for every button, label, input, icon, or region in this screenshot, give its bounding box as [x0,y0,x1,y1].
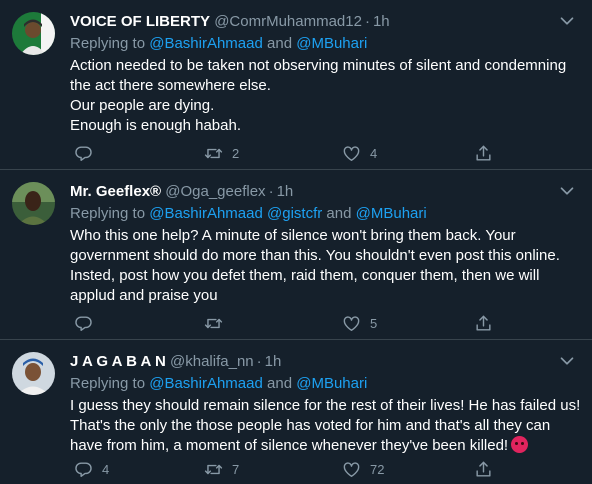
tweet-paragraph: I guess they should remain silence for t… [70,396,582,456]
tweet[interactable]: J A G A B A N @khalifa_nn · 1h Replying to… [0,340,592,484]
display-name[interactable]: J A G A B A N [70,353,166,370]
mention-link[interactable]: @BashirAhmaad [149,375,263,392]
share-button[interactable] [474,142,493,164]
tweet-header: Mr. Geeflex® @Oga_geeflex · 1h [70,182,293,202]
replying-to: Replying to @BashirAhmaad @gistcfr and @… [70,204,427,224]
replying-to: Replying to @BashirAhmaad and @MBuhari [70,34,367,54]
retweet-button[interactable]: 2 [204,142,239,164]
share-button[interactable] [474,458,493,480]
timestamp[interactable]: 1h [277,183,294,200]
angry-face-emoji [511,436,529,453]
user-handle[interactable]: @khalifa_nn [170,353,254,370]
retweet-count: 7 [232,461,240,477]
reply-icon [74,314,93,333]
avatar[interactable] [12,12,55,55]
retweet-icon [204,314,223,333]
tweet-paragraph: Action needed to be taken not observing … [70,57,567,94]
mention-link[interactable]: @gistcfr [267,205,322,222]
mention-link[interactable]: @BashirAhmaad [149,35,263,52]
timestamp[interactable]: 1h [265,353,282,370]
tweet[interactable]: Mr. Geeflex® @Oga_geeflex · 1h Replying to… [0,170,592,340]
avatar[interactable] [12,182,55,225]
reply-count: 4 [102,461,110,477]
tweet-paragraph: Enough is enough habah. [70,117,241,134]
replying-prefix: Replying to [70,375,146,392]
reply-icon [74,460,93,479]
replying-prefix: Replying to [70,205,146,222]
like-icon [342,314,361,333]
conjunction: and [326,205,352,222]
tweet-actions: 5 [70,312,520,334]
reply-icon [74,144,93,163]
tweet-text: Who this one help? A minute of silence w… [70,226,582,306]
tweet-actions: 4 7 72 [70,458,520,480]
conjunction: and [267,375,293,392]
retweet-icon [204,144,223,163]
mention-link[interactable]: @MBuhari [296,375,367,392]
chevron-down-icon[interactable] [556,350,578,372]
like-count: 72 [370,461,385,477]
tweet-text: Action needed to be taken not observing … [70,56,582,136]
reply-button[interactable] [74,142,102,164]
tweet-text: I guess they should remain silence for t… [70,396,582,456]
tweet-actions: 2 4 [70,142,520,164]
tweet-paragraph: Our people are dying. [70,97,215,114]
display-name[interactable]: VOICE OF LIBERTY [70,13,210,30]
user-handle[interactable]: @Oga_geeflex [165,183,265,200]
tweet-header: J A G A B A N @khalifa_nn · 1h [70,352,281,372]
avatar[interactable] [12,352,55,395]
share-icon [474,460,493,479]
like-icon [342,460,361,479]
like-button[interactable]: 4 [342,142,377,164]
like-count: 4 [370,145,378,161]
like-count: 5 [370,315,378,331]
mention-link[interactable]: @MBuhari [356,205,427,222]
tweet-paragraph-text: I guess they should remain silence for t… [70,397,581,454]
reply-button[interactable]: 4 [74,458,109,480]
tweet-header: VOICE OF LIBERTY @ComrMuhammad12 · 1h [70,12,390,32]
reply-button[interactable] [74,312,102,334]
chevron-down-icon[interactable] [556,10,578,32]
tweet[interactable]: VOICE OF LIBERTY @ComrMuhammad12 · 1h Repl… [0,0,592,170]
share-icon [474,144,493,163]
retweet-button[interactable]: 7 [204,458,239,480]
display-name[interactable]: Mr. Geeflex® [70,183,161,200]
separator: · [364,13,370,30]
mention-link[interactable]: @BashirAhmaad [149,205,263,222]
like-icon [342,144,361,163]
retweet-button[interactable] [204,312,232,334]
conjunction: and [267,35,293,52]
tweet-paragraph: Who this one help? A minute of silence w… [70,227,560,304]
share-icon [474,314,493,333]
retweet-icon [204,460,223,479]
retweet-count: 2 [232,145,240,161]
separator: · [256,353,262,370]
share-button[interactable] [474,312,493,334]
like-button[interactable]: 5 [342,312,377,334]
user-handle[interactable]: @ComrMuhammad12 [214,13,362,30]
separator: · [268,183,274,200]
like-button[interactable]: 72 [342,458,384,480]
timestamp[interactable]: 1h [373,13,390,30]
chevron-down-icon[interactable] [556,180,578,202]
replying-prefix: Replying to [70,35,146,52]
mention-link[interactable]: @MBuhari [296,35,367,52]
replying-to: Replying to @BashirAhmaad and @MBuhari [70,374,367,394]
